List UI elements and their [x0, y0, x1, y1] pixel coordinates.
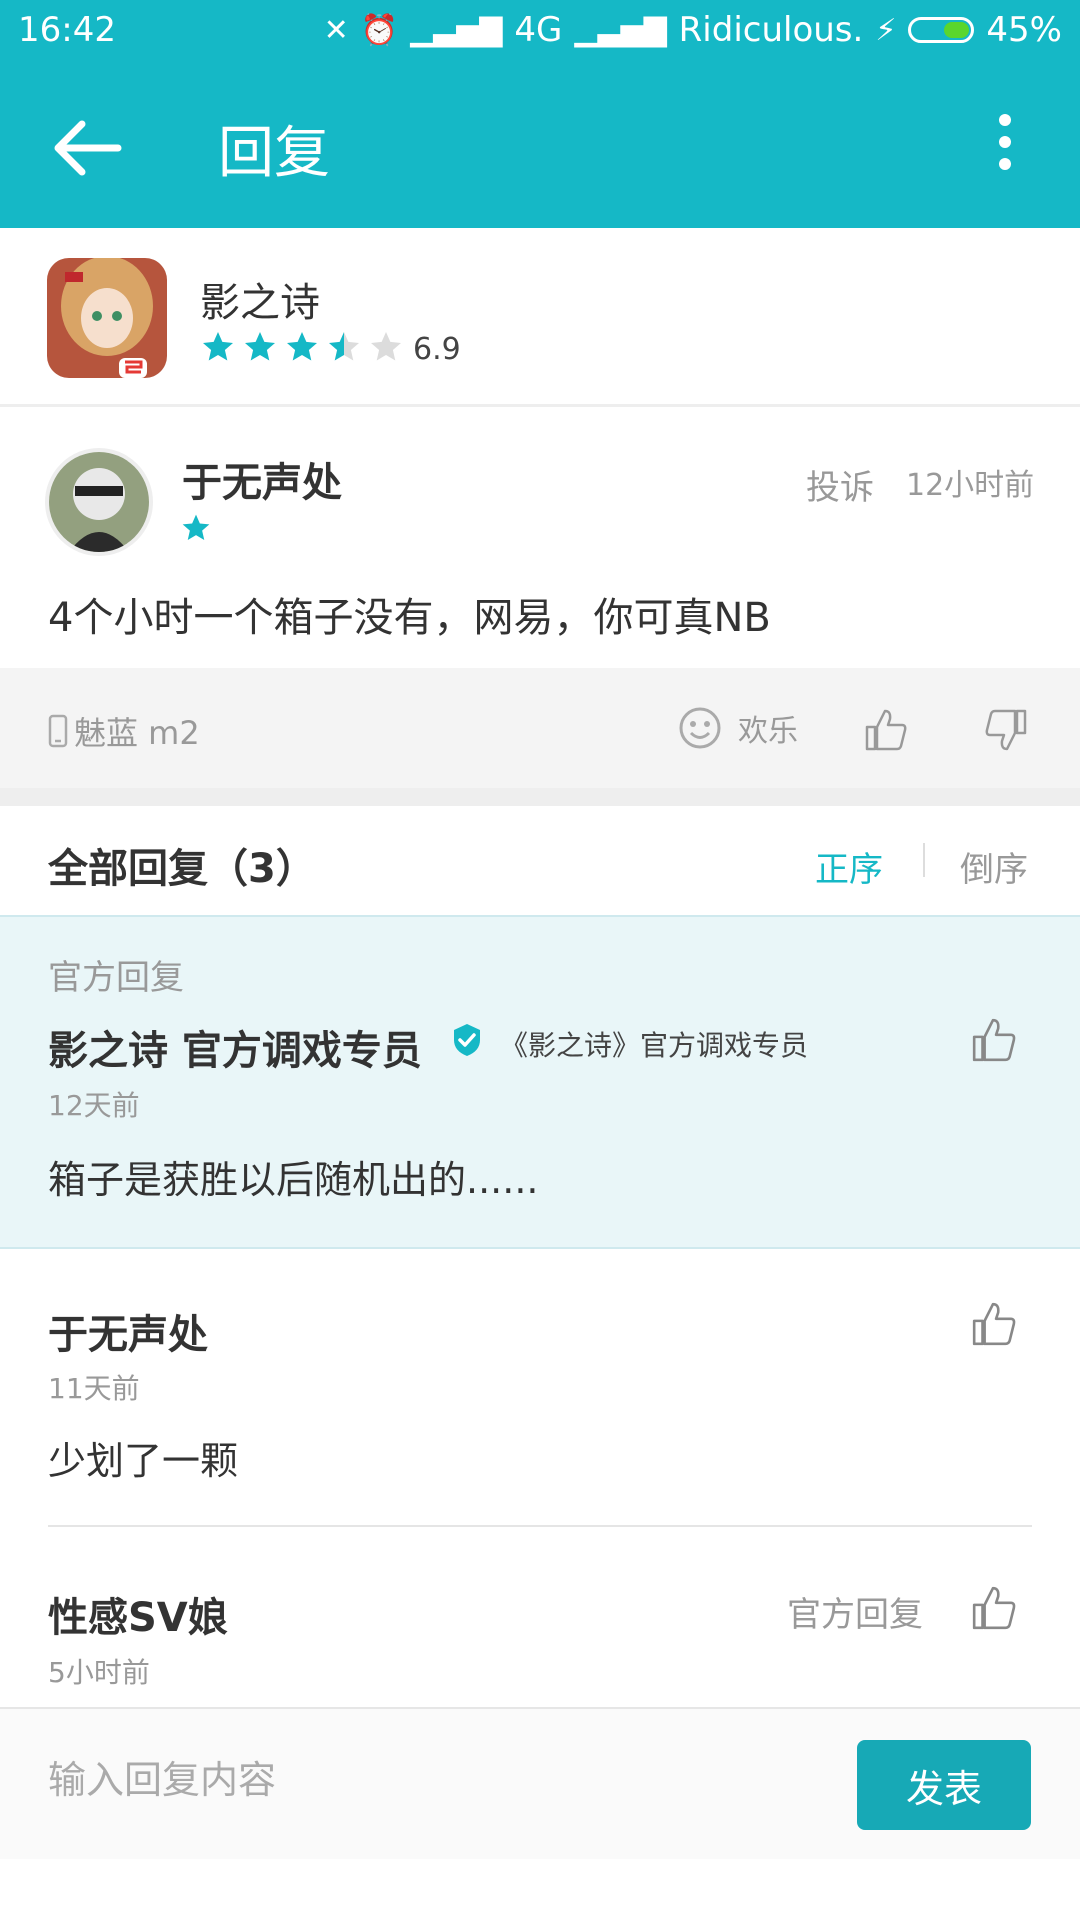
signal-icon: ▁▃▅▇: [574, 12, 667, 48]
reply-author[interactable]: 于无声处: [48, 1302, 208, 1360]
app-icon[interactable]: [47, 258, 167, 378]
reply-text: 少划了一颗: [48, 1439, 239, 1483]
submit-reply-button[interactable]: 发表: [857, 1740, 1031, 1830]
thumb-down-icon[interactable]: [983, 707, 1029, 753]
official-reply-role: 《影之诗》官方调戏专员: [500, 1029, 809, 1062]
official-reply-tag: 官方回复: [787, 1595, 923, 1635]
app-header: 16:42 ✕ ⏰ ▁▃▅▇ 4G ▁▃▅▇ Ridiculous. ⚡ 45%…: [0, 0, 1080, 228]
reply-author[interactable]: 性感SV娘: [48, 1585, 228, 1643]
star-empty-icon: [371, 332, 401, 361]
sort-descending-button[interactable]: 倒序: [960, 842, 1028, 891]
page-title: 回复: [218, 121, 330, 186]
app-rating-stars: [200, 329, 404, 365]
official-reply-label: 官方回复: [48, 958, 184, 998]
verified-icon: [454, 1024, 480, 1056]
sort-divider: [923, 843, 925, 877]
signal-icon: ▁▃▅▇: [410, 12, 503, 48]
alarm-icon: ⏰: [360, 12, 399, 48]
reply-time: 11天前: [48, 1372, 140, 1405]
app-name: 影之诗: [200, 280, 320, 326]
thumb-up-icon[interactable]: [970, 1584, 1018, 1632]
comment-time: 12小时前: [906, 468, 1035, 503]
divider: [0, 404, 1080, 407]
rating-value: 6.9: [413, 332, 461, 367]
reply-input[interactable]: [48, 1752, 828, 1808]
device-name: 魅蓝 m2: [74, 714, 200, 752]
comment-user-name[interactable]: 于无声处: [182, 450, 342, 508]
carrier-name: Ridiculous.: [678, 10, 864, 50]
star-icon: [203, 332, 233, 361]
reply-time: 12天前: [48, 1089, 140, 1122]
phone-icon: [48, 714, 68, 748]
report-link[interactable]: 投诉: [806, 460, 874, 509]
reply-text: 箱子是获胜以后随机出的......: [48, 1158, 539, 1202]
avatar[interactable]: [45, 448, 153, 556]
thumb-up-icon[interactable]: [970, 1300, 1018, 1348]
status-indicators: ✕ ⏰ ▁▃▅▇ 4G ▁▃▅▇ Ridiculous. ⚡ 45%: [324, 10, 1062, 50]
battery-icon: [908, 17, 975, 43]
section-gap: [0, 788, 1080, 806]
mood-tag: 欢乐: [678, 706, 798, 750]
charging-icon: ⚡: [875, 12, 897, 48]
star-icon: [287, 332, 317, 361]
vibrate-off-icon: ✕: [323, 12, 349, 48]
reply-divider: [48, 1525, 1032, 1527]
replies-title: 全部回复（3）: [48, 846, 316, 892]
official-reply-author[interactable]: 影之诗 官方调戏专员: [48, 1018, 422, 1076]
star-icon: [245, 332, 275, 361]
sort-ascending-button[interactable]: 正序: [815, 842, 883, 891]
more-icon[interactable]: [990, 112, 1020, 172]
status-time: 16:42: [18, 10, 116, 50]
mood-label: 欢乐: [738, 714, 798, 749]
device-info: 魅蓝 m2: [48, 708, 200, 754]
reply-time: 5小时前: [48, 1656, 150, 1689]
star-half-icon: [329, 332, 359, 361]
comment-text: 4个小时一个箱子没有，网易，你可真NB: [48, 595, 771, 641]
network-type: 4G: [514, 10, 563, 50]
back-arrow-icon[interactable]: [52, 118, 122, 178]
thumb-up-icon[interactable]: [970, 1016, 1018, 1064]
star-icon: [182, 514, 210, 540]
battery-level: 45%: [986, 10, 1062, 50]
smile-icon: [679, 707, 721, 749]
thumb-up-icon[interactable]: [863, 707, 909, 753]
